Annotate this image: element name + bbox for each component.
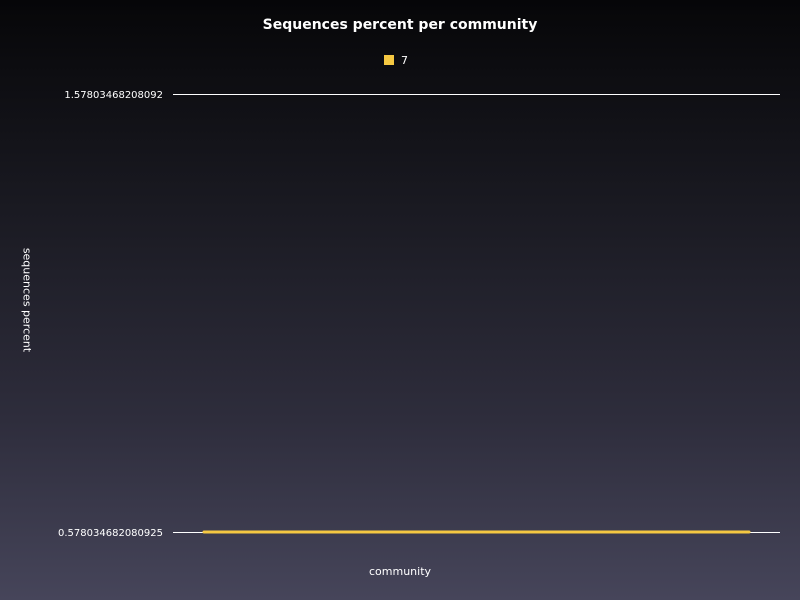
y-tick-label-bottom: 0.578034682080925 bbox=[58, 528, 163, 539]
plot-area: 1.57803468208092 0.578034682080925 bbox=[58, 90, 780, 539]
y-tick-label-top: 1.57803468208092 bbox=[64, 90, 163, 101]
